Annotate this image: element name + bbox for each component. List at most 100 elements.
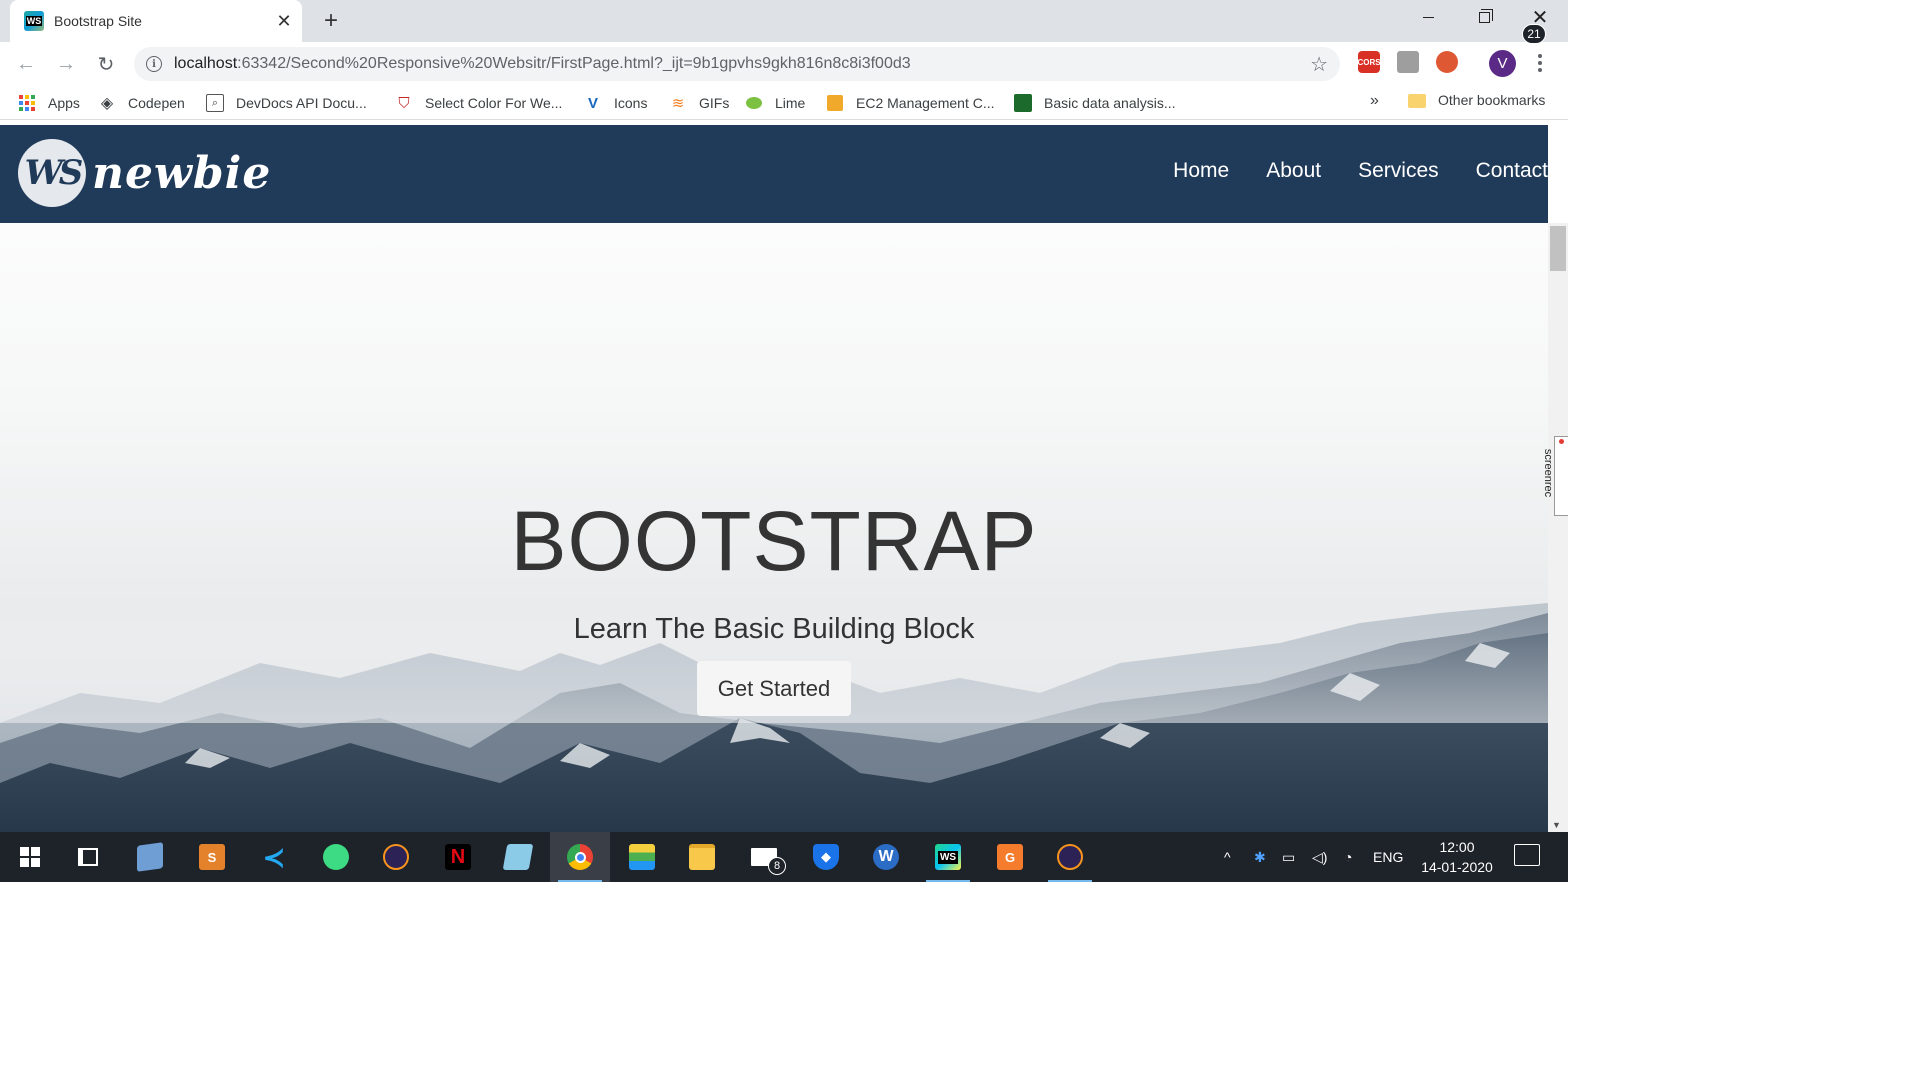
browser-toolbar: ← → ↻ i localhost:63342/Second%20Respons… — [0, 42, 1568, 86]
volume-icon[interactable]: ◁) — [1312, 832, 1327, 882]
clock-time: 12:00 — [1439, 839, 1475, 855]
bookmark-apps[interactable]: Apps — [18, 92, 80, 114]
minimize-button[interactable] — [1400, 0, 1456, 34]
show-hidden-icons-button[interactable]: ^ — [1224, 832, 1231, 882]
screenrec-overlay-tab[interactable]: screenrec — [1542, 436, 1568, 516]
folder-icon — [689, 844, 715, 870]
taskbar-sublime[interactable]: S — [182, 832, 242, 882]
url-path: :63342/Second%20Responsive%20Websitr/Fir… — [237, 55, 911, 72]
eclipse-icon — [383, 844, 409, 870]
taskbar-android-studio[interactable] — [306, 832, 366, 882]
forward-button[interactable]: → — [52, 50, 80, 78]
shield-icon: ◆ — [813, 844, 839, 870]
bookmark-label: Codepen — [128, 95, 185, 111]
bluetooth-icon[interactable]: ✱ — [1254, 832, 1266, 882]
taskbar-file-explorer[interactable] — [672, 832, 732, 882]
notepad-icon — [502, 844, 534, 870]
taskbar-eclipse-2[interactable] — [1040, 832, 1100, 882]
bookmark-label: DevDocs API Docu... — [236, 95, 367, 111]
bookmark-data-analysis[interactable]: Basic data analysis... — [1014, 92, 1176, 114]
language-indicator[interactable]: ENG — [1373, 832, 1403, 882]
bookmark-label: Apps — [48, 95, 80, 111]
bookmark-star-icon[interactable]: ☆ — [1310, 52, 1328, 77]
bookmark-ec2[interactable]: EC2 Management C... — [826, 92, 995, 114]
gifs-icon: ≋ — [671, 95, 685, 112]
taskbar-webstorm[interactable]: WS — [918, 832, 978, 882]
taskbar-bluestacks[interactable] — [612, 832, 672, 882]
bookmark-gifs[interactable]: ≋ GIFs — [669, 92, 730, 114]
nav-home-link[interactable]: Home — [1173, 159, 1229, 183]
analysis-icon — [1014, 94, 1032, 112]
system-clock[interactable]: 12:00 14-01-2020 — [1420, 837, 1494, 877]
scrollbar-thumb[interactable] — [1550, 226, 1566, 271]
nav-about-link[interactable]: About — [1266, 159, 1321, 183]
duckduckgo-extension-icon[interactable] — [1436, 51, 1458, 73]
site-logo[interactable]: WS newbie — [18, 139, 271, 207]
more-bookmarks-button[interactable]: » — [1370, 92, 1379, 110]
codepen-icon: ◈ — [100, 95, 114, 112]
taskbar-wps[interactable]: W — [856, 832, 916, 882]
scroll-down-arrow-icon[interactable]: ▼ — [1552, 820, 1561, 830]
screenrec-label: screenrec — [1542, 448, 1555, 498]
start-button[interactable] — [0, 832, 60, 882]
nav-contact-link[interactable]: Contact — [1476, 159, 1548, 183]
vuetify-icon: V — [587, 94, 598, 112]
restore-button[interactable] — [1456, 0, 1512, 34]
bookmark-codepen[interactable]: ◈ Codepen — [98, 92, 185, 114]
bookmark-icons[interactable]: V Icons — [584, 92, 647, 114]
address-bar[interactable]: i localhost:63342/Second%20Responsive%20… — [134, 47, 1340, 81]
close-tab-icon[interactable]: ✕ — [272, 9, 296, 33]
taskbar-notepad[interactable] — [488, 832, 548, 882]
taskbar-eclipse[interactable] — [366, 832, 426, 882]
wifi-icon[interactable]: ◔ — [1344, 832, 1352, 882]
nav-services-link[interactable]: Services — [1358, 159, 1439, 183]
clock-date: 14-01-2020 — [1421, 859, 1493, 875]
url-text[interactable]: localhost:63342/Second%20Responsive%20We… — [174, 55, 1310, 73]
site-info-icon[interactable]: i — [146, 56, 162, 72]
webstorm-favicon-icon: WS — [24, 11, 44, 31]
logo-text: newbie — [92, 147, 272, 199]
site-navbar: WS newbie Home About Services Contact — [0, 125, 1548, 223]
bookmark-devdocs[interactable]: ⌕ DevDocs API Docu... — [206, 92, 367, 114]
taskbar-mail[interactable] — [734, 832, 794, 882]
bookmark-label: EC2 Management C... — [856, 95, 995, 111]
tab-strip: WS Bootstrap Site ✕ + ✕ — [0, 0, 1568, 42]
other-bookmarks-label: Other bookmarks — [1438, 92, 1546, 108]
bookmark-label: Icons — [614, 95, 648, 111]
hero-subtitle: Learn The Basic Building Block — [573, 613, 975, 645]
browser-menu-icon[interactable] — [1530, 50, 1550, 76]
reload-button[interactable]: ↻ — [92, 50, 120, 78]
notification-center-icon[interactable] — [1514, 844, 1540, 866]
netflix-icon: N — [445, 844, 471, 870]
taskbar-brave[interactable]: ◆ — [796, 832, 856, 882]
cube-extension-icon[interactable] — [1397, 51, 1419, 73]
cors-extension-icon[interactable]: CORS — [1357, 51, 1381, 73]
battery-icon[interactable]: ▭ — [1282, 832, 1295, 882]
other-bookmarks[interactable]: Other bookmarks — [1408, 92, 1545, 108]
web-page: WS newbie Home About Services Contact BO… — [0, 125, 1548, 832]
task-view-icon — [78, 848, 98, 866]
back-button[interactable]: ← — [12, 50, 40, 78]
new-tab-button[interactable]: + — [318, 7, 344, 34]
virtualbox-icon — [137, 842, 163, 872]
bookmark-lime[interactable]: Lime — [745, 92, 805, 114]
taskbar-virtualbox[interactable] — [120, 832, 180, 882]
color-icon: ⛉ — [398, 94, 410, 112]
browser-tab[interactable]: WS Bootstrap Site ✕ — [10, 0, 302, 42]
taskbar-vscode[interactable]: ≺ — [244, 832, 304, 882]
site-nav-links: Home About Services Contact — [1173, 159, 1548, 183]
taskbar-pdf-reader[interactable]: G — [980, 832, 1040, 882]
sublime-text-icon: S — [199, 844, 225, 870]
taskbar-chrome[interactable] — [550, 832, 610, 882]
windows-logo-icon — [20, 847, 40, 867]
page-scrollbar[interactable]: ▼ — [1548, 223, 1568, 832]
taskbar-netflix[interactable]: N — [428, 832, 488, 882]
notification-count-badge: 21 — [1522, 24, 1546, 44]
bookmark-select-color[interactable]: ⛉ Select Color For We... — [395, 92, 562, 114]
task-view-button[interactable] — [58, 832, 118, 882]
wps-icon: W — [873, 844, 899, 870]
hero-title: BOOTSTRAP — [510, 494, 1038, 588]
aws-icon — [826, 94, 844, 112]
get-started-button[interactable]: Get Started — [697, 661, 851, 716]
profile-avatar[interactable]: V — [1489, 50, 1516, 77]
